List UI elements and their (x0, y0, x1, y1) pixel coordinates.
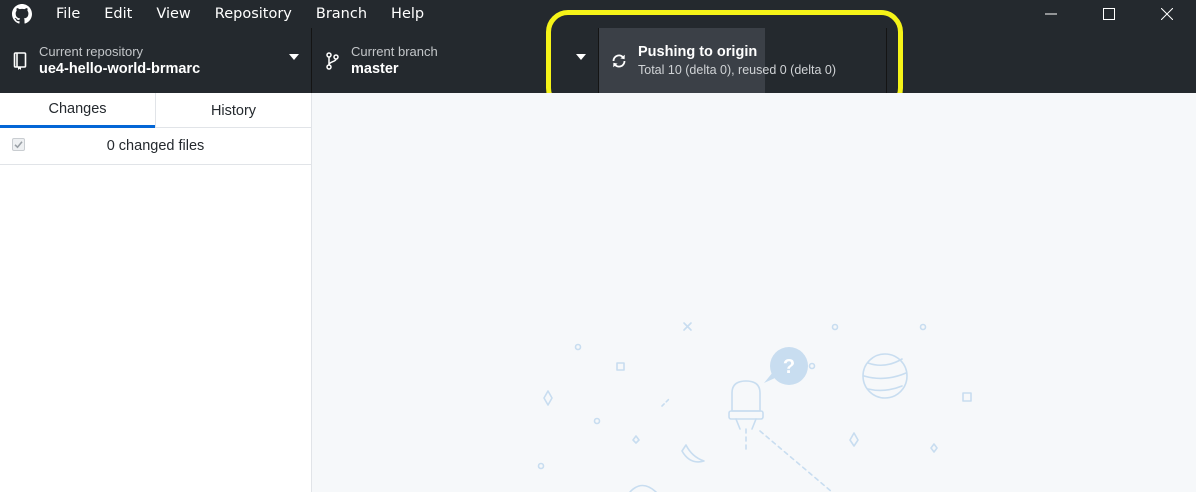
chevron-down-icon (576, 54, 586, 60)
tab-changes[interactable]: Changes (0, 93, 155, 128)
menu-branch[interactable]: Branch (304, 0, 379, 28)
question-bubble-icon: ? (764, 347, 808, 385)
sparkle-shape (849, 432, 859, 447)
changes-header: 0 changed files (0, 128, 311, 165)
changed-files-count: 0 changed files (106, 138, 205, 154)
sparkle-shape (930, 443, 938, 453)
circle-shape (574, 343, 582, 351)
maximize-icon[interactable] (1080, 0, 1138, 28)
sparkle-shape (632, 435, 640, 444)
branch-label: Current branch (351, 43, 438, 59)
menu-file[interactable]: File (44, 0, 92, 28)
checkmark-icon (14, 141, 23, 149)
sidebar: Changes History 0 changed files (0, 93, 312, 492)
square-shape (616, 362, 625, 371)
repository-label: Current repository (39, 43, 144, 59)
space-illustration: ? (537, 322, 972, 492)
planet-stripe (867, 358, 903, 367)
repo-icon (1, 51, 39, 70)
repository-name: ue4-hello-world-brmarc (39, 60, 201, 77)
repository-selector[interactable]: Current repository ue4-hello-world-brmar… (0, 28, 312, 93)
menu-bar: File Edit View Repository Branch Help (44, 0, 436, 28)
main-content: ? (312, 93, 1196, 492)
moon-shape (681, 444, 705, 463)
select-all-checkbox[interactable] (12, 138, 25, 151)
rocket-shape (731, 380, 761, 412)
minimize-icon[interactable] (1022, 0, 1080, 28)
dash-shape (661, 397, 671, 407)
circle-shape (537, 462, 545, 470)
push-title: Pushing to origin (638, 43, 758, 60)
close-icon[interactable] (1138, 0, 1196, 28)
menu-repository[interactable]: Repository (203, 0, 304, 28)
branch-selector[interactable]: Current branch master (312, 28, 599, 93)
window-controls (1022, 0, 1196, 28)
push-button[interactable]: Pushing to origin Total 10 (delta 0), re… (599, 28, 887, 93)
push-description: Total 10 (delta 0), reused 0 (delta 0) (638, 62, 837, 77)
circle-shape (808, 362, 816, 370)
github-logo-icon (0, 0, 44, 28)
title-bar: File Edit View Repository Branch Help (0, 0, 1196, 28)
chevron-down-icon (289, 54, 299, 60)
circle-shape (919, 323, 927, 331)
sidebar-tabs: Changes History (0, 93, 311, 128)
square-shape (962, 392, 972, 402)
branch-icon (313, 51, 351, 70)
svg-text:?: ? (783, 356, 795, 378)
branch-name: master (351, 60, 399, 77)
x-mark-shape (683, 322, 692, 331)
toolbar: Current repository ue4-hello-world-brmar… (0, 28, 1196, 93)
circle-shape (593, 417, 601, 425)
tab-history[interactable]: History (155, 93, 311, 128)
sparkle-shape (543, 390, 553, 406)
menu-edit[interactable]: Edit (92, 0, 144, 28)
circle-shape (831, 323, 839, 331)
sync-icon (600, 52, 638, 70)
menu-view[interactable]: View (144, 0, 202, 28)
menu-help[interactable]: Help (379, 0, 436, 28)
